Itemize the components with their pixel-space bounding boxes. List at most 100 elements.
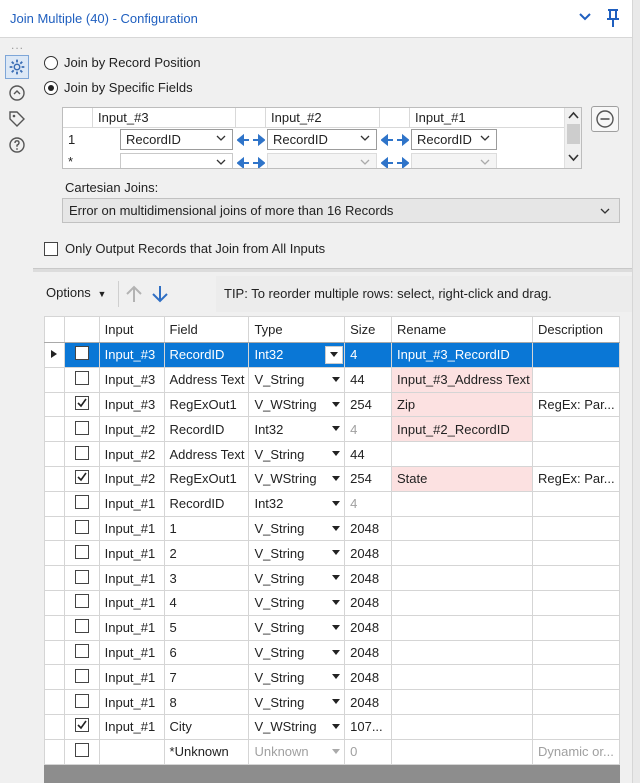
field-checkbox-cell[interactable] (63, 540, 100, 567)
cell-description[interactable]: RegEx: Par... (531, 465, 620, 492)
column-header-field[interactable]: Field (163, 316, 250, 343)
select-all-header[interactable] (63, 316, 100, 343)
field-checkbox-cell[interactable] (63, 639, 100, 666)
table-row[interactable]: Input_#1 3 V_String 2048 (44, 565, 620, 591)
table-row[interactable]: Input_#1 RecordID Int32 4 (44, 490, 620, 517)
cell-description[interactable] (531, 639, 620, 666)
cell-size[interactable]: 2048 (344, 639, 393, 666)
scroll-down-icon[interactable] (568, 154, 579, 162)
scroll-up-icon[interactable] (568, 111, 579, 119)
join-grid-scrollbar[interactable] (564, 108, 581, 168)
cell-rename[interactable]: Input_#2_RecordID (391, 416, 533, 443)
cell-size[interactable]: 2048 (344, 540, 393, 567)
cell-rename[interactable] (391, 639, 533, 666)
field-checkbox[interactable] (74, 346, 89, 361)
cell-rename[interactable] (391, 441, 533, 467)
cell-rename[interactable] (391, 540, 533, 567)
field-checkbox[interactable] (74, 619, 89, 634)
cell-rename[interactable] (391, 713, 533, 740)
field-checkbox-cell[interactable] (63, 664, 100, 691)
join-field-select-input1-new[interactable] (411, 153, 497, 168)
field-checkbox-cell[interactable] (63, 515, 100, 542)
cell-description[interactable] (531, 441, 620, 467)
field-checkbox[interactable] (74, 693, 89, 708)
table-row[interactable]: Input_#1 2 V_String 2048 (44, 540, 620, 567)
cell-size[interactable]: 2048 (344, 589, 393, 616)
panel-grip[interactable]: ... (11, 38, 24, 52)
cell-rename[interactable]: Input_#3_RecordID (391, 342, 533, 368)
checkbox[interactable] (44, 241, 58, 256)
cell-rename[interactable] (391, 515, 533, 542)
join-field-select-input1[interactable]: RecordID (411, 129, 497, 150)
cell-type[interactable]: V_WString (248, 713, 346, 740)
table-row[interactable]: Input_#1 4 V_String 2048 (44, 589, 620, 616)
cell-rename[interactable] (391, 589, 533, 616)
cell-description[interactable] (531, 490, 620, 517)
cell-type[interactable]: V_String (248, 540, 346, 567)
radio-join-by-position[interactable]: Join by Record Position (44, 55, 201, 70)
cell-size[interactable]: 4 (344, 490, 393, 517)
cell-description[interactable] (531, 515, 620, 542)
cell-type[interactable]: Int32 (248, 490, 346, 517)
column-header-rename[interactable]: Rename (391, 316, 533, 343)
field-checkbox[interactable] (74, 743, 89, 758)
field-checkbox[interactable] (74, 445, 89, 460)
field-checkbox[interactable] (74, 643, 89, 658)
cell-size[interactable]: 4 (344, 416, 393, 443)
table-row[interactable]: Input_#3 RegExOut1 V_WString 254 Zip RegEx: P… (44, 391, 620, 418)
panel-splitter[interactable] (33, 268, 632, 272)
table-row[interactable]: Input_#2 RegExOut1 V_WString 254 State RegEx:… (44, 465, 620, 492)
cell-description[interactable] (531, 689, 620, 715)
cell-type[interactable]: V_String (248, 565, 346, 591)
table-row[interactable]: Input_#1 6 V_String 2048 (44, 639, 620, 666)
cell-rename[interactable] (391, 490, 533, 517)
join-field-select-input3[interactable]: RecordID (120, 129, 233, 150)
scroll-thumb[interactable] (567, 124, 580, 144)
field-checkbox-cell[interactable] (63, 441, 100, 467)
cell-description[interactable]: RegEx: Par... (531, 391, 620, 418)
table-row[interactable]: Input_#1 5 V_String 2048 (44, 614, 620, 641)
table-row[interactable]: Input_#2 Address Text V_String 44 (44, 441, 620, 467)
field-checkbox-cell[interactable] (63, 490, 100, 517)
cartesian-joins-select[interactable]: Error on multidimensional joins of more … (62, 198, 620, 223)
field-checkbox[interactable] (74, 470, 89, 485)
field-checkbox[interactable] (74, 544, 89, 559)
cell-type[interactable]: V_WString (248, 391, 346, 418)
radio-button[interactable] (44, 80, 58, 95)
remove-join-row-button[interactable] (591, 106, 619, 132)
cell-description[interactable] (531, 366, 620, 393)
column-header-size[interactable]: Size (344, 316, 393, 343)
field-checkbox-cell[interactable] (63, 713, 100, 740)
field-checkbox-cell[interactable] (63, 738, 100, 765)
table-row[interactable]: Input_#3 Address Text V_String 44 Input_#3_A… (44, 366, 620, 393)
cell-size[interactable]: 44 (344, 441, 393, 467)
column-header-input[interactable]: Input (98, 316, 165, 343)
radio-join-by-fields[interactable]: Join by Specific Fields (44, 80, 193, 95)
table-row[interactable]: Input_#3 RecordID Int32 4 Input_#3_RecordID (44, 342, 620, 368)
field-checkbox-cell[interactable] (63, 391, 100, 418)
join-field-select-input2-new[interactable] (267, 153, 377, 168)
table-row[interactable]: *Unknown Unknown 0 Dynamic or... (44, 738, 620, 765)
cell-type[interactable]: V_WString (248, 465, 346, 492)
cell-description[interactable] (531, 342, 620, 368)
cell-size[interactable]: 2048 (344, 565, 393, 591)
join-field-select-input2[interactable]: RecordID (267, 129, 377, 150)
field-checkbox[interactable] (74, 594, 89, 609)
radio-button[interactable] (44, 55, 58, 70)
pin-icon[interactable] (604, 8, 622, 28)
join-field-select-input3-new[interactable] (120, 153, 233, 168)
cell-description[interactable] (531, 540, 620, 567)
cell-rename[interactable] (391, 738, 533, 765)
cell-size[interactable]: 44 (344, 366, 393, 393)
chevron-down-icon[interactable] (578, 10, 592, 24)
help-icon[interactable] (8, 136, 26, 154)
cell-type[interactable]: V_String (248, 366, 346, 393)
table-row[interactable]: Input_#1 City V_WString 107... (44, 713, 620, 740)
cell-description[interactable] (531, 589, 620, 616)
move-down-icon[interactable] (151, 284, 169, 304)
cell-type[interactable]: V_String (248, 689, 346, 715)
column-header-type[interactable]: Type (248, 316, 346, 343)
cell-rename[interactable]: Input_#3_Address Text (391, 366, 533, 393)
field-checkbox-cell[interactable] (63, 565, 100, 591)
cell-rename[interactable] (391, 664, 533, 691)
